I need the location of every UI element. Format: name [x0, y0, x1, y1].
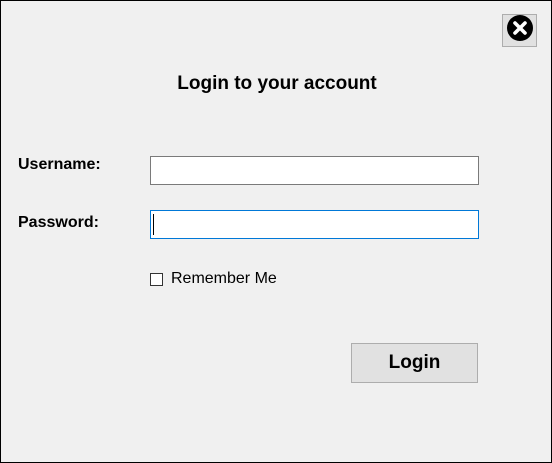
username-input[interactable] [150, 156, 479, 185]
close-button[interactable] [502, 14, 537, 47]
close-icon [506, 14, 534, 47]
password-input[interactable] [150, 210, 479, 239]
text-caret [153, 214, 154, 235]
remember-me-label: Remember Me [171, 270, 277, 287]
login-dialog: Login to your account Username: Password… [0, 0, 552, 463]
username-label: Username: [18, 156, 101, 173]
remember-me-checkbox[interactable]: Remember Me [150, 270, 277, 288]
checkbox-box[interactable] [150, 272, 163, 286]
password-label: Password: [18, 214, 99, 231]
login-button[interactable]: Login [351, 343, 478, 383]
dialog-title: Login to your account [177, 73, 377, 94]
